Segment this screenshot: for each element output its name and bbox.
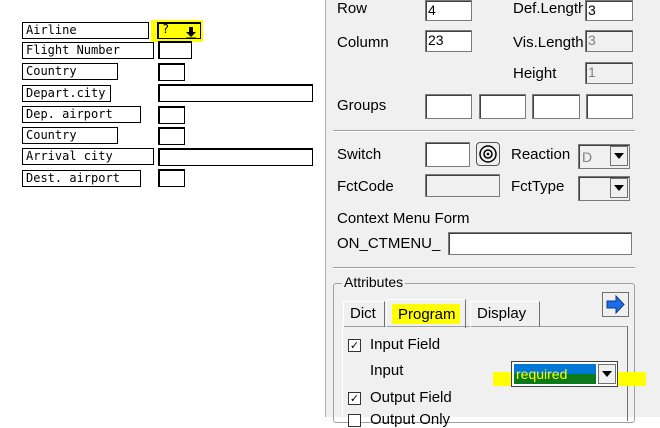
output-field-checkbox[interactable]: ✓ [348, 392, 361, 405]
column-input[interactable]: 23 [425, 30, 472, 52]
input-dropdown-button[interactable] [598, 364, 616, 384]
attributes-label: Attributes [342, 274, 406, 290]
arrival-city-field[interactable] [158, 148, 313, 166]
groups-label: Groups [337, 97, 387, 114]
depart-city-field[interactable] [158, 84, 313, 102]
reaction-dropdown-button[interactable] [610, 146, 628, 166]
fcttype-label: FctType [511, 178, 565, 195]
label-dest-airport[interactable]: Dest. airport [22, 170, 141, 187]
dep-airport-field[interactable] [158, 106, 185, 124]
output-field-label: Output Field [370, 389, 452, 406]
group-2-input[interactable] [479, 94, 526, 119]
chevron-down-icon [614, 153, 624, 159]
airline-field[interactable]: ? [157, 22, 201, 39]
row-label: Row [337, 0, 368, 17]
def-length-input[interactable]: 3 [585, 0, 633, 21]
height-label: Height [513, 65, 557, 82]
flight-number-field[interactable] [158, 41, 192, 59]
tab-display[interactable]: Display [470, 301, 540, 327]
input-select-value: required [516, 366, 568, 382]
context-menu-label: Context Menu Form [337, 210, 470, 227]
input-field-checkbox[interactable]: ✓ [348, 339, 361, 352]
chevron-down-icon [602, 371, 612, 377]
label-dep-airport[interactable]: Dep. airport [22, 106, 141, 123]
row-input[interactable]: 4 [425, 0, 472, 21]
label-airline[interactable]: Airline [22, 22, 149, 39]
country-field-1[interactable] [158, 63, 185, 81]
fcttype-dropdown-button[interactable] [610, 178, 628, 198]
group-4-input[interactable] [586, 94, 633, 119]
height-input: 1 [585, 62, 633, 84]
group-3-input[interactable] [532, 94, 580, 119]
vis-length-input: 3 [585, 30, 633, 52]
arrow-right-icon [606, 294, 625, 315]
tab-program[interactable]: Program [386, 299, 466, 328]
column-label: Column [337, 34, 389, 51]
label-depart-city[interactable]: Depart.city [22, 85, 111, 102]
fctcode-label: FctCode [337, 178, 394, 195]
input-label: Input [370, 362, 404, 379]
vis-length-label: Vis.Length [513, 34, 583, 51]
output-only-checkbox[interactable] [348, 414, 361, 427]
output-only-label: Output Only [370, 411, 451, 428]
airline-field-value: ? [162, 22, 170, 36]
switch-input[interactable] [425, 142, 470, 167]
dest-airport-field[interactable] [158, 169, 185, 187]
reaction-select[interactable]: D [578, 144, 630, 169]
reaction-label: Reaction [511, 146, 571, 163]
chevron-down-icon [614, 185, 624, 191]
label-arrival-city[interactable]: Arrival city [22, 148, 154, 165]
reaction-value: D [582, 149, 593, 165]
search-help-icon [479, 145, 497, 163]
fctcode-input [425, 174, 500, 197]
ctmenu-input[interactable] [448, 232, 632, 255]
label-country-2[interactable]: Country [22, 127, 118, 144]
separator-2 [333, 267, 635, 269]
tab-dict[interactable]: Dict [343, 301, 385, 327]
label-flight-number[interactable]: Flight Number [22, 42, 154, 59]
f4-help-icon[interactable] [186, 24, 196, 39]
switch-search-button[interactable] [476, 142, 500, 166]
ctmenu-label: ON_CTMENU_ [337, 235, 441, 252]
group-1-input[interactable] [425, 94, 472, 119]
fcttype-select[interactable] [578, 176, 630, 201]
country-field-2[interactable] [158, 127, 185, 145]
next-arrow-button[interactable] [602, 292, 629, 317]
separator-1 [333, 130, 635, 132]
input-field-label: Input Field [370, 336, 441, 353]
def-length-label: Def.Length [513, 0, 583, 17]
label-country-1[interactable]: Country [22, 63, 118, 80]
input-select[interactable]: required [511, 361, 618, 387]
switch-label: Switch [337, 146, 382, 163]
screen-painter-canvas: Airline ? Flight Number Country Depart.c… [0, 0, 325, 417]
